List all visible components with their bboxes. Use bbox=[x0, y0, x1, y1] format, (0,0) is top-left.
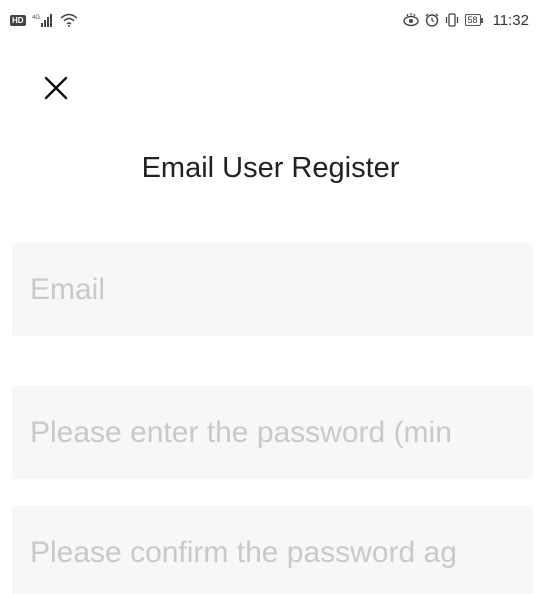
svg-text:4G: 4G bbox=[32, 15, 40, 21]
wifi-icon bbox=[60, 13, 78, 27]
eye-icon bbox=[402, 13, 419, 27]
email-input[interactable] bbox=[12, 243, 533, 336]
register-screen: HD 4G 58 11:32 Email User Register Email bbox=[0, 0, 541, 594]
email-field-container bbox=[12, 243, 533, 336]
status-bar-right: 58 11:32 bbox=[402, 11, 529, 29]
confirm-password-input[interactable] bbox=[12, 506, 533, 594]
close-button[interactable] bbox=[38, 70, 74, 106]
vibrate-icon bbox=[445, 13, 459, 27]
password-input[interactable] bbox=[12, 386, 533, 479]
hd-icon: HD bbox=[10, 14, 26, 26]
confirm-password-field-container bbox=[12, 506, 533, 594]
battery-icon: 58 bbox=[464, 14, 483, 26]
status-bar-left: HD 4G bbox=[10, 13, 78, 27]
status-bar: HD 4G 58 11:32 bbox=[0, 0, 541, 40]
password-field-container bbox=[12, 386, 533, 479]
status-time: 11:32 bbox=[492, 11, 529, 29]
signal-icon: 4G bbox=[32, 13, 54, 27]
close-icon bbox=[44, 76, 68, 100]
page-title: Email User Register bbox=[141, 152, 400, 184]
alarm-icon bbox=[425, 13, 439, 27]
